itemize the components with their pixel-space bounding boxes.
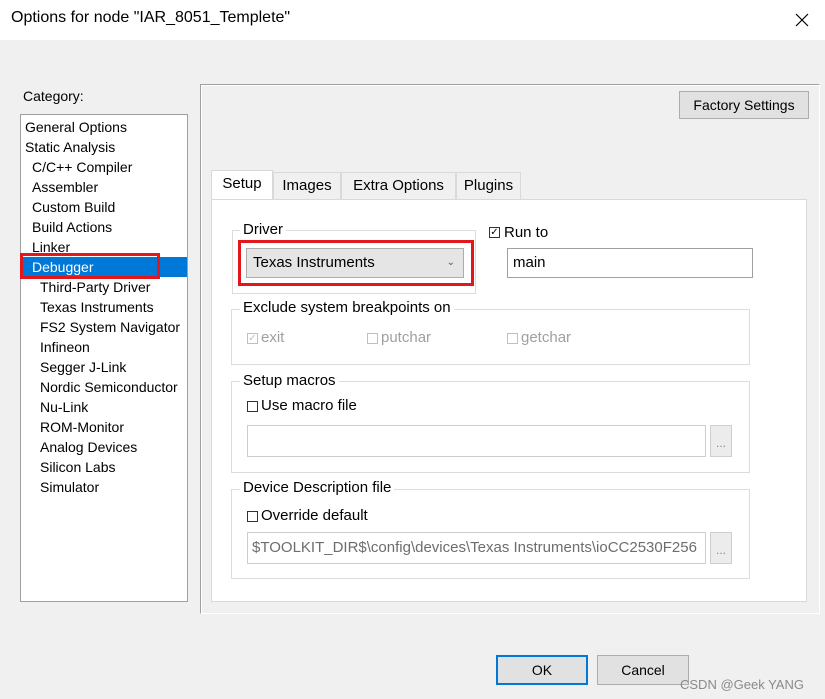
exclude-breakpoints-group — [231, 309, 750, 365]
category-item-analog-devices[interactable]: Analog Devices — [21, 437, 187, 457]
putchar-label: putchar — [381, 329, 432, 346]
category-item-debugger[interactable]: Debugger — [21, 257, 187, 277]
category-item-custom-build[interactable]: Custom Build — [21, 197, 187, 217]
override-default-checkbox[interactable] — [247, 511, 258, 522]
category-item-static-analysis[interactable]: Static Analysis — [21, 137, 187, 157]
category-item-assembler[interactable]: Assembler — [21, 177, 187, 197]
category-item-simulator[interactable]: Simulator — [21, 477, 187, 497]
getchar-label: getchar — [521, 329, 572, 346]
exit-checkbox[interactable]: ✓ — [247, 333, 258, 344]
override-default-label: Override default — [261, 507, 368, 524]
window-title: Options for node "IAR_8051_Templete" — [11, 9, 291, 26]
tab-extra-options[interactable]: Extra Options — [341, 172, 456, 200]
category-item-fs2-system-navigator[interactable]: FS2 System Navigator — [21, 317, 187, 337]
driver-dropdown[interactable]: Texas Instruments ⌄ — [246, 248, 464, 278]
category-item-nu-link[interactable]: Nu-Link — [21, 397, 187, 417]
category-item-general-options[interactable]: General Options — [21, 117, 187, 137]
category-item-segger-j-link[interactable]: Segger J-Link — [21, 357, 187, 377]
run-to-label: Run to — [504, 224, 549, 241]
close-icon[interactable] — [779, 0, 825, 40]
macro-browse-button[interactable]: ... — [710, 425, 732, 457]
exit-label: exit — [261, 329, 285, 346]
ddf-label: Device Description file — [240, 479, 395, 496]
title-bar: Options for node "IAR_8051_Templete" — [0, 0, 825, 40]
cancel-button[interactable]: Cancel — [597, 655, 689, 685]
tab-plugins[interactable]: Plugins — [456, 172, 521, 200]
watermark: CSDN @Geek YANG — [680, 677, 804, 692]
category-item-nordic-semiconductor[interactable]: Nordic Semiconductor — [21, 377, 187, 397]
category-item-c-compiler[interactable]: C/C++ Compiler — [21, 157, 187, 177]
exclude-breakpoints-label: Exclude system breakpoints on — [240, 299, 454, 316]
driver-value: Texas Instruments — [253, 254, 375, 271]
driver-label: Driver — [240, 221, 286, 238]
tab-setup[interactable]: Setup — [211, 170, 273, 200]
category-list[interactable]: General Options Static Analysis C/C++ Co… — [20, 114, 188, 602]
getchar-checkbox[interactable] — [507, 333, 518, 344]
category-item-rom-monitor[interactable]: ROM-Monitor — [21, 417, 187, 437]
category-item-silicon-labs[interactable]: Silicon Labs — [21, 457, 187, 477]
category-item-infineon[interactable]: Infineon — [21, 337, 187, 357]
category-item-build-actions[interactable]: Build Actions — [21, 217, 187, 237]
putchar-checkbox[interactable] — [367, 333, 378, 344]
ok-button[interactable]: OK — [496, 655, 588, 685]
run-to-input[interactable]: main — [507, 248, 753, 278]
macro-file-input[interactable] — [247, 425, 706, 457]
run-to-checkbox[interactable]: ✓ — [489, 227, 500, 238]
chevron-down-icon: ⌄ — [446, 257, 455, 268]
category-label: Category: — [23, 88, 84, 104]
category-item-linker[interactable]: Linker — [21, 237, 187, 257]
ddf-path-input[interactable]: $TOOLKIT_DIR$\config\devices\Texas Instr… — [247, 532, 706, 564]
use-macro-file-label: Use macro file — [261, 397, 357, 414]
use-macro-file-checkbox[interactable] — [247, 401, 258, 412]
category-item-texas-instruments[interactable]: Texas Instruments — [21, 297, 187, 317]
tab-images[interactable]: Images — [273, 172, 341, 200]
category-item-third-party-driver[interactable]: Third-Party Driver — [21, 277, 187, 297]
setup-macros-label: Setup macros — [240, 372, 339, 389]
ddf-browse-button[interactable]: ... — [710, 532, 732, 564]
factory-settings-button[interactable]: Factory Settings — [679, 91, 809, 119]
